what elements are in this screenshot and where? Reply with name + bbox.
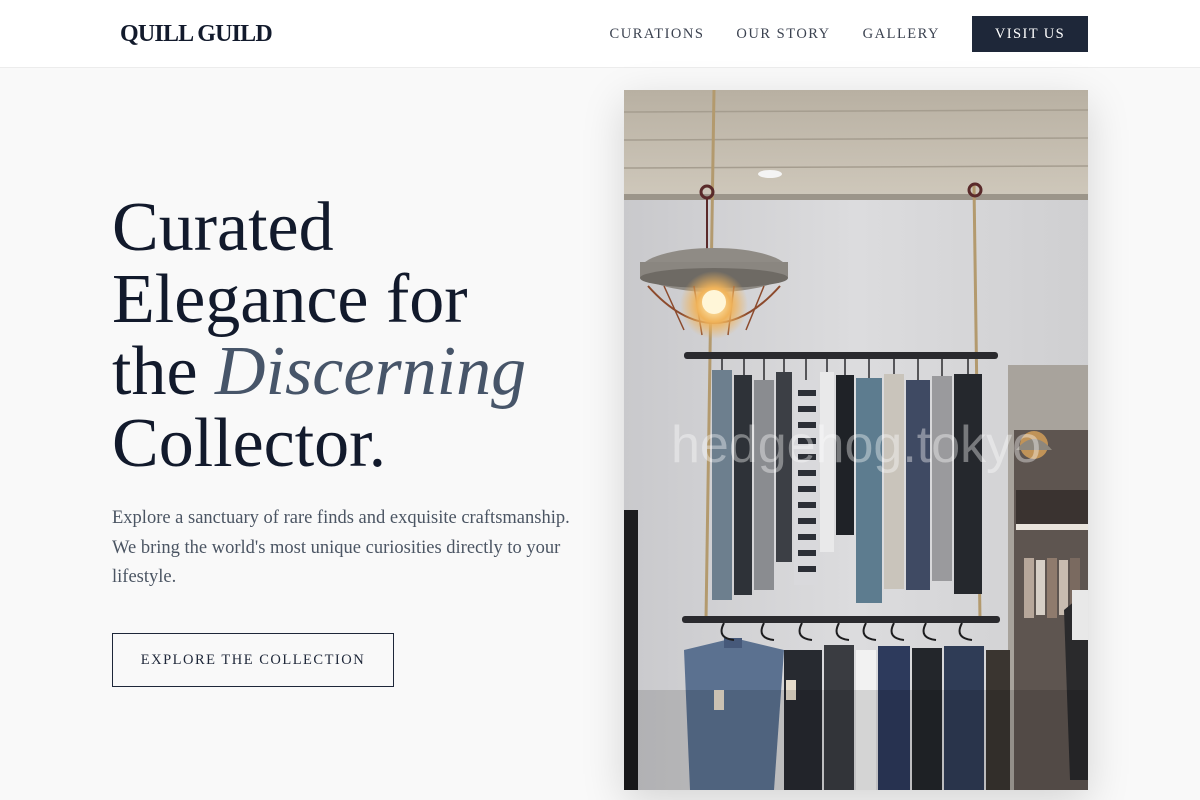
boutique-clothing-rack-photo: hedgehog.tokyo [624,90,1088,790]
hero-title-line-4: Collector. [112,405,387,482]
main-nav: CURATIONS OUR STORY GALLERY VISIT US [610,16,1088,52]
hero-title-line-3-prefix: the [112,333,216,410]
image-watermark: hedgehog.tokyo [671,416,1041,474]
hero-title-emphasis: Discerning [215,333,527,410]
brand-logo[interactable]: QUILL GUILD [120,19,273,49]
explore-collection-button[interactable]: EXPLORE THE COLLECTION [112,633,394,687]
hero-title: Curated Elegance for the Discerning Coll… [112,192,592,480]
hero-title-line-1: Curated [112,189,334,266]
site-header: QUILL GUILD CURATIONS OUR STORY GALLERY … [0,0,1200,68]
nav-link-our-story[interactable]: OUR STORY [736,16,830,52]
hero-image: hedgehog.tokyo [624,90,1088,790]
nav-link-gallery[interactable]: GALLERY [863,16,940,52]
hero-title-line-2: Elegance for [112,261,468,338]
visit-us-button[interactable]: VISIT US [972,16,1088,52]
hero-description: Explore a sanctuary of rare finds and ex… [112,508,570,587]
hero-title-line-3: the Discerning [112,336,592,408]
nav-link-curations[interactable]: CURATIONS [610,16,705,52]
